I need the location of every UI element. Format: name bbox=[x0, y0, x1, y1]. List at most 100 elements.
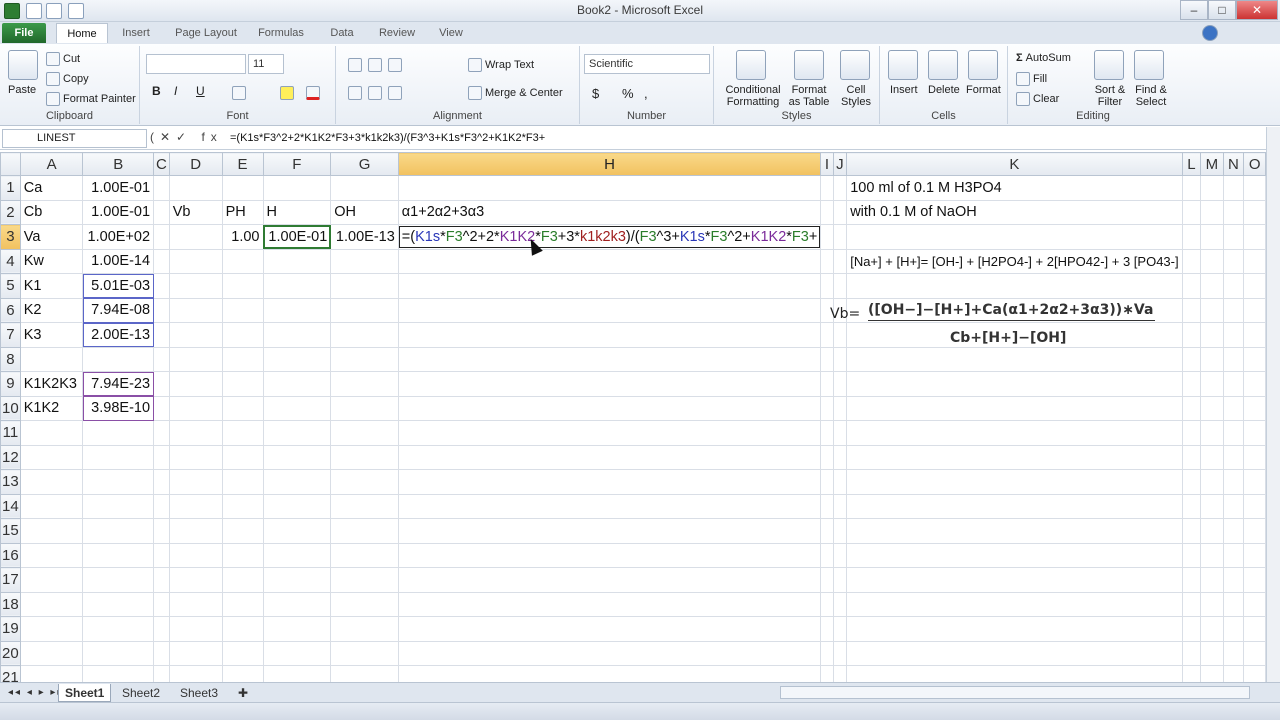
maximize-button[interactable]: □ bbox=[1208, 0, 1236, 20]
cell-m7[interactable] bbox=[1200, 322, 1224, 348]
cell-l9[interactable] bbox=[1181, 371, 1202, 397]
cell-b20[interactable] bbox=[82, 640, 155, 666]
cell-m18[interactable] bbox=[1200, 591, 1224, 617]
column-header[interactable]: N bbox=[1222, 152, 1245, 176]
cell-n6[interactable] bbox=[1222, 297, 1245, 323]
cell-m13[interactable] bbox=[1200, 469, 1224, 495]
cell-f7[interactable] bbox=[262, 322, 332, 348]
cell-a16[interactable] bbox=[19, 542, 84, 568]
cell-d13[interactable] bbox=[168, 469, 223, 495]
cell-b10[interactable]: 3.98E-10 bbox=[82, 395, 155, 421]
cell-o2[interactable] bbox=[1243, 199, 1266, 225]
cell-f18[interactable] bbox=[262, 591, 332, 617]
cell-f16[interactable] bbox=[262, 542, 332, 568]
wrap-text-button[interactable]: Wrap Text bbox=[468, 58, 534, 72]
row-header[interactable]: 12 bbox=[0, 444, 21, 470]
cell-j9[interactable] bbox=[832, 371, 848, 397]
cell-c20[interactable] bbox=[153, 640, 170, 666]
currency-button[interactable]: $ bbox=[592, 86, 599, 101]
align-center-icon[interactable] bbox=[368, 86, 382, 100]
cell-i9[interactable] bbox=[820, 371, 834, 397]
cell-a9[interactable]: K1K2K3 bbox=[19, 371, 84, 397]
cell-a15[interactable] bbox=[19, 518, 84, 544]
row-header[interactable]: 16 bbox=[0, 542, 21, 568]
underline-button[interactable]: U bbox=[196, 84, 205, 98]
minimize-button[interactable]: – bbox=[1180, 0, 1208, 20]
row-header[interactable]: 14 bbox=[0, 493, 21, 519]
vertical-scrollbar[interactable] bbox=[1266, 127, 1280, 682]
cell-m16[interactable] bbox=[1200, 542, 1224, 568]
format-button[interactable]: Format bbox=[966, 84, 1001, 96]
cell-c2[interactable] bbox=[153, 199, 170, 225]
cell-f17[interactable] bbox=[262, 567, 332, 593]
cell-c15[interactable] bbox=[153, 518, 170, 544]
cell-m1[interactable] bbox=[1200, 175, 1224, 201]
cell-f19[interactable] bbox=[262, 616, 332, 642]
cell-h1[interactable] bbox=[397, 175, 822, 201]
cell-b21[interactable] bbox=[82, 665, 155, 682]
cell-m5[interactable] bbox=[1200, 273, 1224, 299]
cell-a5[interactable]: K1 bbox=[19, 273, 84, 299]
cell-j13[interactable] bbox=[832, 469, 848, 495]
tab-formulas[interactable]: Formulas bbox=[254, 23, 308, 43]
cell-b2[interactable]: 1.00E-01 bbox=[82, 199, 155, 225]
align-left-icon[interactable] bbox=[348, 86, 362, 100]
cell-o3[interactable] bbox=[1243, 224, 1266, 250]
cell-j2[interactable] bbox=[832, 199, 848, 225]
cell-k9[interactable] bbox=[846, 371, 1183, 397]
cell-h8[interactable] bbox=[397, 346, 822, 372]
cell-h21[interactable] bbox=[397, 665, 822, 682]
column-header[interactable]: G bbox=[330, 152, 399, 176]
horizontal-scrollbar[interactable] bbox=[780, 686, 1250, 699]
cell-f1[interactable] bbox=[262, 175, 332, 201]
cell-h5[interactable] bbox=[397, 273, 822, 299]
align-right-icon[interactable] bbox=[388, 86, 402, 100]
row-header[interactable]: 3 bbox=[0, 224, 21, 250]
cell-d10[interactable] bbox=[168, 395, 223, 421]
cell-f14[interactable] bbox=[262, 493, 332, 519]
cell-h11[interactable] bbox=[397, 420, 822, 446]
cell-i11[interactable] bbox=[820, 420, 834, 446]
cell-d5[interactable] bbox=[168, 273, 223, 299]
cell-e15[interactable] bbox=[221, 518, 264, 544]
cell-e20[interactable] bbox=[221, 640, 264, 666]
cell-g21[interactable] bbox=[330, 665, 399, 682]
cell-e10[interactable] bbox=[221, 395, 264, 421]
cell-j1[interactable] bbox=[832, 175, 848, 201]
clear-button[interactable]: Clear bbox=[1016, 92, 1059, 106]
cell-f4[interactable] bbox=[262, 248, 332, 274]
formula-input[interactable]: =(K1s*F3^2+2*K1K2*F3+3*k1k2k3)/(F3^3+K1s… bbox=[230, 130, 1270, 147]
cell-c3[interactable] bbox=[153, 224, 170, 250]
column-header[interactable]: O bbox=[1243, 152, 1266, 176]
worksheet-grid[interactable]: A B C D E F G H I J K L M N O 1 Ca 1.00E-0… bbox=[0, 152, 1266, 682]
cell-b7[interactable]: 2.00E-13 bbox=[82, 322, 155, 348]
tab-sheet2[interactable]: Sheet2 bbox=[116, 684, 166, 702]
cell-j12[interactable] bbox=[832, 444, 848, 470]
cell-f11[interactable] bbox=[262, 420, 332, 446]
cell-m10[interactable] bbox=[1200, 395, 1224, 421]
cell-n17[interactable] bbox=[1222, 567, 1245, 593]
tab-file[interactable]: File bbox=[2, 23, 46, 43]
cell-f13[interactable] bbox=[262, 469, 332, 495]
cell-e8[interactable] bbox=[221, 346, 264, 372]
cell-l3[interactable] bbox=[1181, 224, 1202, 250]
cell-m17[interactable] bbox=[1200, 567, 1224, 593]
tab-data[interactable]: Data bbox=[322, 23, 362, 43]
cell-h7[interactable] bbox=[397, 322, 822, 348]
cell-c11[interactable] bbox=[153, 420, 170, 446]
cell-b15[interactable] bbox=[82, 518, 155, 544]
cell-b14[interactable] bbox=[82, 493, 155, 519]
cell-c8[interactable] bbox=[153, 346, 170, 372]
cell-n2[interactable] bbox=[1222, 199, 1245, 225]
cell-n1[interactable] bbox=[1222, 175, 1245, 201]
tab-view[interactable]: View bbox=[432, 23, 470, 43]
cell-h4[interactable] bbox=[397, 248, 822, 274]
row-header[interactable]: 1 bbox=[0, 175, 21, 201]
cell-d14[interactable] bbox=[168, 493, 223, 519]
cell-f15[interactable] bbox=[262, 518, 332, 544]
cell-o16[interactable] bbox=[1243, 542, 1266, 568]
row-header[interactable]: 15 bbox=[0, 518, 21, 544]
cell-e5[interactable] bbox=[221, 273, 264, 299]
cell-g10[interactable] bbox=[330, 395, 399, 421]
delete-button[interactable]: Delete bbox=[928, 84, 960, 96]
